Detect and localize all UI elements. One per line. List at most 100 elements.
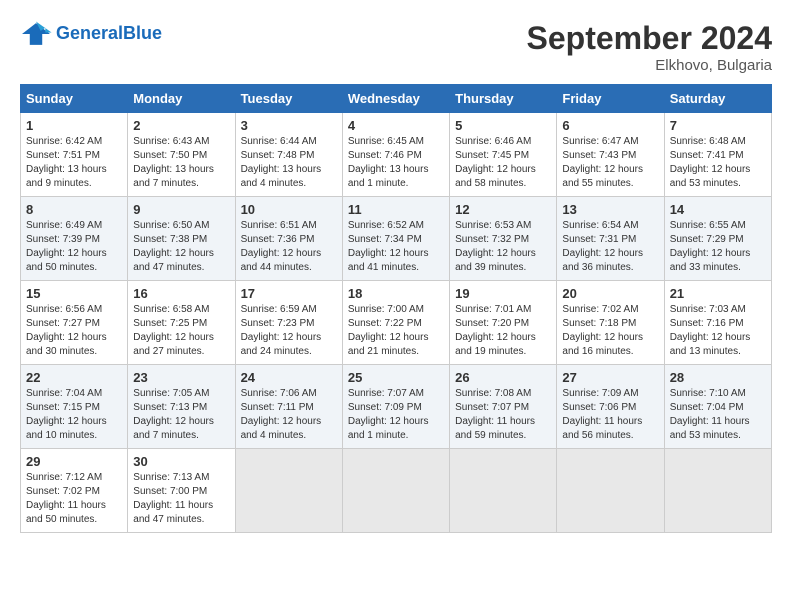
calendar-cell: 12 Sunrise: 6:53 AMSunset: 7:32 PMDayligh… bbox=[450, 197, 557, 281]
day-number: 2 bbox=[133, 118, 229, 133]
title-block: September 2024 Elkhovo, Bulgaria bbox=[527, 20, 772, 74]
calendar-cell: 29 Sunrise: 7:12 AMSunset: 7:02 PMDayligh… bbox=[21, 449, 128, 533]
calendar-cell: 15Sunrise: 6:56 AMSunset: 7:27 PMDayligh… bbox=[21, 281, 128, 365]
calendar-cell: 28 Sunrise: 7:10 AMSunset: 7:04 PMDayligh… bbox=[664, 365, 771, 449]
day-info: Sunrise: 6:43 AMSunset: 7:50 PMDaylight:… bbox=[133, 135, 229, 191]
day-number: 25 bbox=[348, 370, 444, 385]
col-monday: Monday bbox=[128, 85, 235, 113]
day-info: Sunrise: 6:46 AMSunset: 7:45 PMDaylight:… bbox=[455, 135, 551, 191]
calendar-cell: 4 Sunrise: 6:45 AMSunset: 7:46 PMDaylight… bbox=[342, 113, 449, 197]
calendar-row: 22Sunrise: 7:04 AMSunset: 7:15 PMDayligh… bbox=[21, 365, 772, 449]
day-info: Sunrise: 7:06 AMSunset: 7:11 PMDaylight:… bbox=[241, 387, 337, 443]
day-number: 27 bbox=[562, 370, 658, 385]
day-number: 7 bbox=[670, 118, 766, 133]
calendar-cell: 10Sunrise: 6:51 AMSunset: 7:36 PMDayligh… bbox=[235, 197, 342, 281]
calendar-cell: 19 Sunrise: 7:01 AMSunset: 7:20 PMDayligh… bbox=[450, 281, 557, 365]
day-info: Sunrise: 6:50 AMSunset: 7:38 PMDaylight:… bbox=[133, 219, 229, 275]
day-info: Sunrise: 7:02 AMSunset: 7:18 PMDaylight:… bbox=[562, 303, 658, 359]
calendar-row: 8 Sunrise: 6:49 AMSunset: 7:39 PMDaylight… bbox=[21, 197, 772, 281]
calendar-cell: 23 Sunrise: 7:05 AMSunset: 7:13 PMDayligh… bbox=[128, 365, 235, 449]
location: Elkhovo, Bulgaria bbox=[527, 57, 772, 74]
day-number: 23 bbox=[133, 370, 229, 385]
calendar-cell: 1 Sunrise: 6:42 AMSunset: 7:51 PMDaylight… bbox=[21, 113, 128, 197]
calendar-cell: 22Sunrise: 7:04 AMSunset: 7:15 PMDayligh… bbox=[21, 365, 128, 449]
day-info: Sunrise: 6:47 AMSunset: 7:43 PMDaylight:… bbox=[562, 135, 658, 191]
calendar-cell: 3Sunrise: 6:44 AMSunset: 7:48 PMDaylight… bbox=[235, 113, 342, 197]
calendar-row: 1 Sunrise: 6:42 AMSunset: 7:51 PMDaylight… bbox=[21, 113, 772, 197]
empty-cell bbox=[235, 449, 342, 533]
day-number: 29 bbox=[26, 454, 122, 469]
calendar-row: 29 Sunrise: 7:12 AMSunset: 7:02 PMDayligh… bbox=[21, 449, 772, 533]
day-info: Sunrise: 7:05 AMSunset: 7:13 PMDaylight:… bbox=[133, 387, 229, 443]
day-number: 6 bbox=[562, 118, 658, 133]
day-info: Sunrise: 7:12 AMSunset: 7:02 PMDaylight:… bbox=[26, 471, 122, 527]
calendar-cell: 6 Sunrise: 6:47 AMSunset: 7:43 PMDaylight… bbox=[557, 113, 664, 197]
day-info: Sunrise: 6:58 AMSunset: 7:25 PMDaylight:… bbox=[133, 303, 229, 359]
day-info: Sunrise: 7:07 AMSunset: 7:09 PMDaylight:… bbox=[348, 387, 444, 443]
calendar-table: Sunday Monday Tuesday Wednesday Thursday… bbox=[20, 84, 772, 533]
day-number: 21 bbox=[670, 286, 766, 301]
col-wednesday: Wednesday bbox=[342, 85, 449, 113]
day-number: 26 bbox=[455, 370, 551, 385]
day-info: Sunrise: 6:45 AMSunset: 7:46 PMDaylight:… bbox=[348, 135, 444, 191]
calendar-cell: 26 Sunrise: 7:08 AMSunset: 7:07 PMDayligh… bbox=[450, 365, 557, 449]
calendar-cell: 24Sunrise: 7:06 AMSunset: 7:11 PMDayligh… bbox=[235, 365, 342, 449]
day-number: 28 bbox=[670, 370, 766, 385]
col-tuesday: Tuesday bbox=[235, 85, 342, 113]
calendar-cell: 11Sunrise: 6:52 AMSunset: 7:34 PMDayligh… bbox=[342, 197, 449, 281]
day-info: Sunrise: 6:55 AMSunset: 7:29 PMDaylight:… bbox=[670, 219, 766, 275]
calendar-cell: 13Sunrise: 6:54 AMSunset: 7:31 PMDayligh… bbox=[557, 197, 664, 281]
header-row: Sunday Monday Tuesday Wednesday Thursday… bbox=[21, 85, 772, 113]
day-info: Sunrise: 6:59 AMSunset: 7:23 PMDaylight:… bbox=[241, 303, 337, 359]
logo-text: GeneralBlue bbox=[56, 24, 162, 44]
empty-cell bbox=[664, 449, 771, 533]
day-number: 13 bbox=[562, 202, 658, 217]
empty-cell bbox=[342, 449, 449, 533]
col-friday: Friday bbox=[557, 85, 664, 113]
day-info: Sunrise: 6:53 AMSunset: 7:32 PMDaylight:… bbox=[455, 219, 551, 275]
day-number: 17 bbox=[241, 286, 337, 301]
day-info: Sunrise: 6:44 AMSunset: 7:48 PMDaylight:… bbox=[241, 135, 337, 191]
calendar-cell: 25 Sunrise: 7:07 AMSunset: 7:09 PMDayligh… bbox=[342, 365, 449, 449]
calendar-cell: 21Sunrise: 7:03 AMSunset: 7:16 PMDayligh… bbox=[664, 281, 771, 365]
calendar-row: 15Sunrise: 6:56 AMSunset: 7:27 PMDayligh… bbox=[21, 281, 772, 365]
logo-blue: Blue bbox=[123, 23, 162, 43]
day-number: 30 bbox=[133, 454, 229, 469]
calendar-cell: 14Sunrise: 6:55 AMSunset: 7:29 PMDayligh… bbox=[664, 197, 771, 281]
logo-icon bbox=[20, 20, 52, 48]
logo-general: General bbox=[56, 23, 123, 43]
day-info: Sunrise: 7:00 AMSunset: 7:22 PMDaylight:… bbox=[348, 303, 444, 359]
day-number: 18 bbox=[348, 286, 444, 301]
day-number: 5 bbox=[455, 118, 551, 133]
day-info: Sunrise: 7:01 AMSunset: 7:20 PMDaylight:… bbox=[455, 303, 551, 359]
calendar-cell: 30 Sunrise: 7:13 AMSunset: 7:00 PMDayligh… bbox=[128, 449, 235, 533]
day-info: Sunrise: 7:13 AMSunset: 7:00 PMDaylight:… bbox=[133, 471, 229, 527]
page-header: GeneralBlue September 2024 Elkhovo, Bulg… bbox=[20, 20, 772, 74]
day-number: 4 bbox=[348, 118, 444, 133]
col-thursday: Thursday bbox=[450, 85, 557, 113]
col-sunday: Sunday bbox=[21, 85, 128, 113]
day-number: 8 bbox=[26, 202, 122, 217]
day-info: Sunrise: 7:08 AMSunset: 7:07 PMDaylight:… bbox=[455, 387, 551, 443]
day-info: Sunrise: 7:04 AMSunset: 7:15 PMDaylight:… bbox=[26, 387, 122, 443]
day-info: Sunrise: 6:42 AMSunset: 7:51 PMDaylight:… bbox=[26, 135, 122, 191]
day-number: 1 bbox=[26, 118, 122, 133]
calendar-cell: 20Sunrise: 7:02 AMSunset: 7:18 PMDayligh… bbox=[557, 281, 664, 365]
calendar-cell: 27Sunrise: 7:09 AMSunset: 7:06 PMDayligh… bbox=[557, 365, 664, 449]
calendar-cell: 2 Sunrise: 6:43 AMSunset: 7:50 PMDaylight… bbox=[128, 113, 235, 197]
month-title: September 2024 bbox=[527, 20, 772, 57]
day-info: Sunrise: 6:49 AMSunset: 7:39 PMDaylight:… bbox=[26, 219, 122, 275]
day-number: 19 bbox=[455, 286, 551, 301]
day-number: 12 bbox=[455, 202, 551, 217]
day-number: 16 bbox=[133, 286, 229, 301]
day-info: Sunrise: 6:52 AMSunset: 7:34 PMDaylight:… bbox=[348, 219, 444, 275]
day-number: 10 bbox=[241, 202, 337, 217]
day-info: Sunrise: 6:48 AMSunset: 7:41 PMDaylight:… bbox=[670, 135, 766, 191]
calendar-cell: 8 Sunrise: 6:49 AMSunset: 7:39 PMDaylight… bbox=[21, 197, 128, 281]
day-number: 9 bbox=[133, 202, 229, 217]
day-info: Sunrise: 7:10 AMSunset: 7:04 PMDaylight:… bbox=[670, 387, 766, 443]
calendar-cell: 7 Sunrise: 6:48 AMSunset: 7:41 PMDaylight… bbox=[664, 113, 771, 197]
day-info: Sunrise: 6:56 AMSunset: 7:27 PMDaylight:… bbox=[26, 303, 122, 359]
calendar-cell: 16 Sunrise: 6:58 AMSunset: 7:25 PMDayligh… bbox=[128, 281, 235, 365]
empty-cell bbox=[450, 449, 557, 533]
